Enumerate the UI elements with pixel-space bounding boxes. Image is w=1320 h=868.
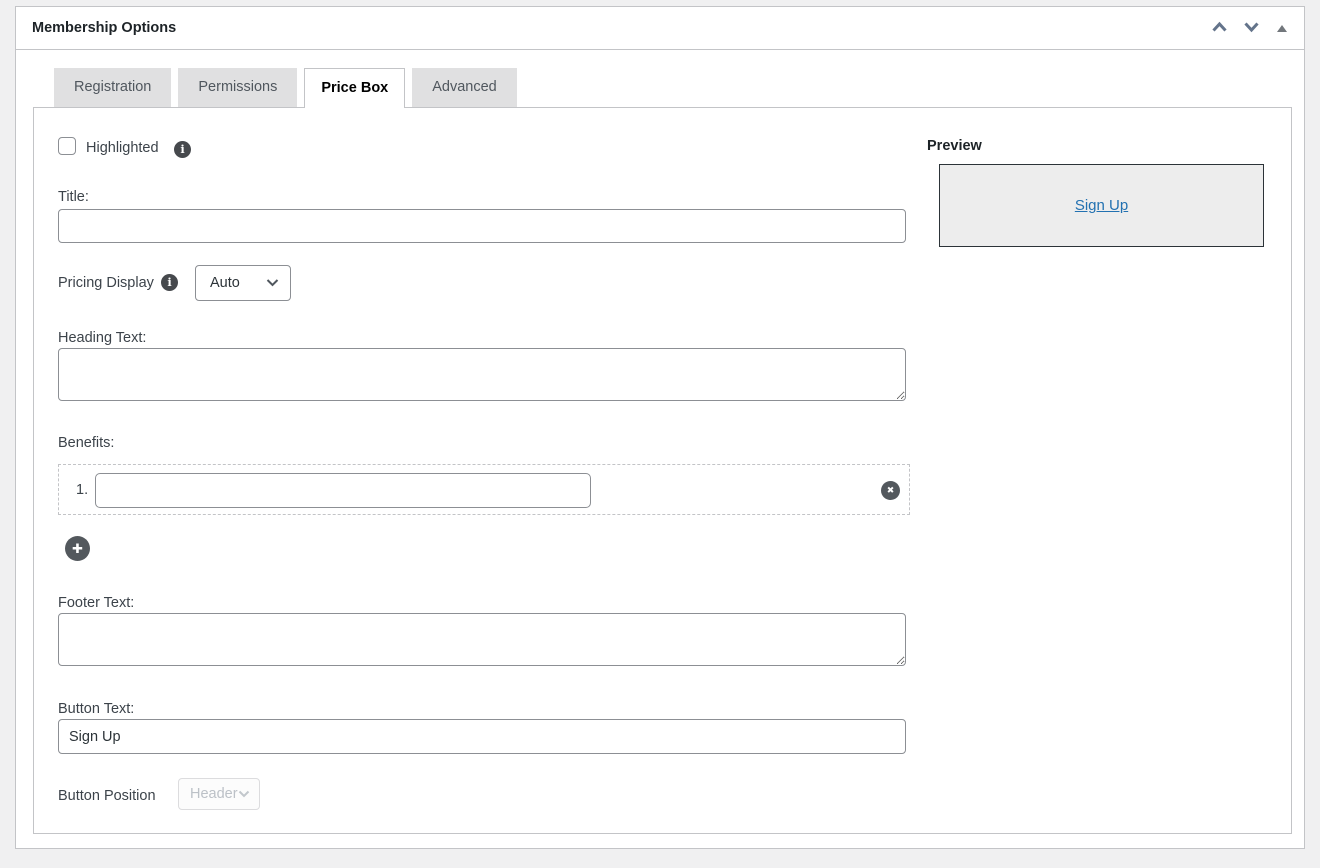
benefit-input[interactable] <box>95 473 591 508</box>
metabox-handle-actions <box>1209 7 1291 50</box>
footer-text-label: Footer Text: <box>58 594 134 612</box>
preview-signup-link[interactable]: Sign Up <box>1075 197 1128 214</box>
button-text-input[interactable] <box>58 719 906 754</box>
move-up-button[interactable] <box>1209 18 1230 39</box>
add-benefit-button[interactable]: ✚ <box>65 536 90 561</box>
chevron-down-icon <box>1243 21 1260 36</box>
chevron-up-icon <box>1211 21 1228 36</box>
x-circle-icon: ✖ <box>887 481 895 500</box>
footer-text-textarea[interactable] <box>58 613 906 666</box>
highlighted-label[interactable]: Highlighted <box>86 139 159 157</box>
preview-heading: Preview <box>927 138 982 154</box>
title-label: Title: <box>58 188 89 206</box>
tab-registration[interactable]: Registration <box>54 68 171 107</box>
heading-text-textarea[interactable] <box>58 348 906 401</box>
chevron-down-icon <box>238 786 250 802</box>
button-position-select: Header <box>178 778 260 810</box>
move-down-button[interactable] <box>1241 18 1262 39</box>
pricing-display-select[interactable]: Auto <box>195 265 291 301</box>
button-position-label: Button Position <box>58 787 156 805</box>
pricing-display-value: Auto <box>210 275 240 291</box>
tab-price-box[interactable]: Price Box <box>304 68 405 108</box>
pricing-display-info-icon[interactable]: i <box>161 274 178 291</box>
metabox-header: Membership Options <box>16 7 1304 50</box>
triangle-up-icon <box>1277 25 1287 32</box>
benefit-number: 1. <box>76 481 88 499</box>
tab-permissions[interactable]: Permissions <box>178 68 297 107</box>
highlighted-checkbox[interactable] <box>58 137 76 155</box>
toggle-panel-button[interactable] <box>1273 20 1291 38</box>
options-tabs: Registration Permissions Price Box Advan… <box>54 68 517 108</box>
pricing-display-label: Pricing Display <box>58 274 154 292</box>
tab-advanced[interactable]: Advanced <box>412 68 517 107</box>
benefit-row: 1. ✖ <box>58 464 910 515</box>
heading-text-label: Heading Text: <box>58 329 146 347</box>
remove-benefit-button[interactable]: ✖ <box>881 481 900 500</box>
membership-options-metabox: Membership Options Registration Permissi… <box>15 6 1305 849</box>
chevron-down-icon <box>266 275 279 291</box>
benefits-label: Benefits: <box>58 434 114 452</box>
button-text-label: Button Text: <box>58 700 134 718</box>
metabox-title: Membership Options <box>32 7 176 50</box>
highlighted-info-icon[interactable]: i <box>174 141 191 158</box>
plus-circle-icon: ✚ <box>72 541 83 557</box>
preview-box: Sign Up <box>939 164 1264 247</box>
button-position-value: Header <box>190 786 238 802</box>
title-input[interactable] <box>58 209 906 243</box>
price-box-panel: Highlighted i Title: Pricing Display i A… <box>33 107 1292 834</box>
